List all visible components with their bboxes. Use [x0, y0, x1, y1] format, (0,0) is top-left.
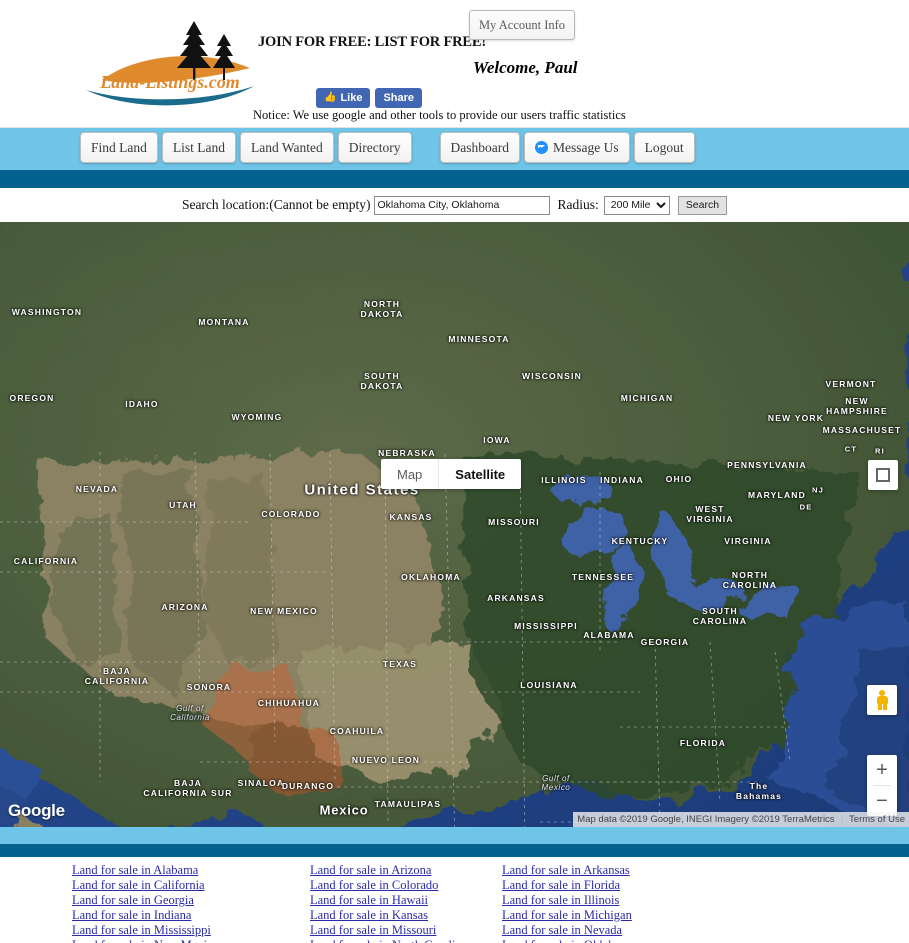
zoom-in-button[interactable]: + [867, 755, 897, 785]
facebook-share-button[interactable]: Share [375, 88, 423, 108]
logo-wordmark: Land-Listings.com [99, 72, 240, 92]
my-account-info-button[interactable]: My Account Info [469, 10, 575, 40]
radius-label: Radius: [557, 197, 599, 212]
nav-message-us[interactable]: Message Us [523, 132, 630, 163]
fullscreen-corner-bl [876, 475, 883, 482]
site-logo[interactable]: Land-Listings.com [82, 18, 260, 110]
terms-of-use-link[interactable]: Terms of Use [849, 814, 905, 825]
nav-dashboard-label: Dashboard [450, 139, 509, 155]
grid-spacer [0, 893, 72, 908]
state-land-link[interactable]: Land for sale in Arizona [310, 863, 502, 878]
nav-directory[interactable]: Directory [337, 132, 412, 163]
pegman-leg-right [882, 703, 887, 710]
pegman-figure [876, 690, 889, 710]
nav-list-land[interactable]: List Land [161, 132, 236, 163]
state-land-link[interactable]: Land for sale in New Mexico [72, 938, 310, 943]
attribution-divider: | [840, 814, 844, 825]
nav-land-wanted-label: Land Wanted [251, 139, 323, 155]
pegman-leg-left [877, 703, 882, 710]
search-location-input[interactable] [373, 195, 550, 215]
map-zoom-controls: + − [867, 755, 897, 816]
nav-land-wanted[interactable]: Land Wanted [240, 132, 334, 163]
logo-graphic: Land-Listings.com [86, 21, 254, 106]
footer-dark-bar [0, 844, 909, 857]
grid-spacer [0, 878, 72, 893]
nav-directory-label: Directory [348, 139, 401, 155]
radius-select[interactable]: 200 Miles [603, 195, 670, 215]
fullscreen-icon[interactable] [868, 460, 898, 490]
search-submit-button[interactable]: Search [677, 195, 728, 215]
thumbs-up-icon: 👍 [324, 92, 337, 103]
fullscreen-corner-tl [876, 468, 883, 475]
state-land-link[interactable]: Land for sale in Missouri [310, 923, 502, 938]
footer-light-bar [0, 827, 909, 844]
state-land-link[interactable]: Land for sale in Michigan [502, 908, 909, 923]
state-land-link[interactable]: Land for sale in Kansas [310, 908, 502, 923]
google-map[interactable]: WASHINGTON OREGON MONTANA NORTH DAKOTA MINNES… [0, 222, 909, 827]
grid-spacer [0, 938, 72, 943]
search-location-label: Search location:(Cannot be empty) [181, 197, 371, 212]
nav-logout[interactable]: Logout [633, 132, 695, 163]
facebook-like-label: Like [340, 92, 363, 104]
state-land-link[interactable]: Land for sale in Arkansas [502, 863, 909, 878]
facebook-like-button[interactable]: 👍 Like [316, 88, 371, 108]
state-land-link[interactable]: Land for sale in Colorado [310, 878, 502, 893]
nav-find-land-label: Find Land [91, 139, 147, 155]
main-navigation: Find Land List Land Land Wanted Director… [0, 128, 909, 170]
nav-find-land[interactable]: Find Land [80, 132, 158, 163]
tagline: JOIN FOR FREE: LIST FOR FREE! [258, 34, 486, 50]
map-type-switcher: Map Satellite [381, 459, 522, 489]
nav-logout-label: Logout [644, 139, 684, 155]
nav-list-land-label: List Land [172, 139, 225, 155]
privacy-notice: Notice: We use google and other tools to… [253, 108, 626, 122]
grid-spacer [0, 863, 72, 878]
map-data-credit: Map data ©2019 Google, INEGI Imagery ©20… [577, 814, 835, 825]
state-links-section: Land for sale in Alabama Land for sale in… [0, 857, 909, 943]
street-view-pegman-icon[interactable] [867, 685, 897, 715]
nav-dashboard[interactable]: Dashboard [439, 132, 520, 163]
state-land-link[interactable]: Land for sale in Indiana [72, 908, 310, 923]
welcome-message: Welcome, Paul [473, 58, 578, 77]
nav-message-us-label: Message Us [552, 139, 619, 155]
facebook-social-buttons: 👍 Like Share [316, 88, 423, 108]
map-attribution: Map data ©2019 Google, INEGI Imagery ©20… [573, 812, 909, 827]
state-land-link[interactable]: Land for sale in Florida [502, 878, 909, 893]
state-land-link[interactable]: Land for sale in North Carolina [310, 938, 502, 943]
state-links-grid: Land for sale in Alabama Land for sale in… [0, 863, 909, 943]
fullscreen-corner-br [883, 475, 890, 482]
state-land-link[interactable]: Land for sale in Oklahoma [502, 938, 909, 943]
nav-button-group: Find Land List Land Land Wanted Director… [80, 132, 699, 166]
map-satellite-imagery [0, 222, 909, 827]
state-land-link[interactable]: Land for sale in Illinois [502, 893, 909, 908]
state-land-link[interactable]: Land for sale in Alabama [72, 863, 310, 878]
state-land-link[interactable]: Land for sale in Nevada [502, 923, 909, 938]
map-type-map-button[interactable]: Map [381, 459, 438, 489]
state-land-link[interactable]: Land for sale in Georgia [72, 893, 310, 908]
search-bar: Search location:(Cannot be empty) Radius… [0, 188, 909, 222]
google-logo: Google [8, 801, 65, 820]
state-land-link[interactable]: Land for sale in California [72, 878, 310, 893]
state-land-link[interactable]: Land for sale in Mississippi [72, 923, 310, 938]
state-land-link[interactable]: Land for sale in Hawaii [310, 893, 502, 908]
nav-bottom-accent-bar [0, 170, 909, 188]
map-type-satellite-button[interactable]: Satellite [438, 459, 521, 489]
page-header: Land-Listings.com JOIN FOR FREE: LIST FO… [0, 0, 909, 128]
messenger-icon [534, 141, 548, 154]
grid-spacer [0, 923, 72, 938]
grid-spacer [0, 908, 72, 923]
fullscreen-corner-tr [883, 468, 890, 475]
facebook-share-label: Share [383, 92, 415, 104]
